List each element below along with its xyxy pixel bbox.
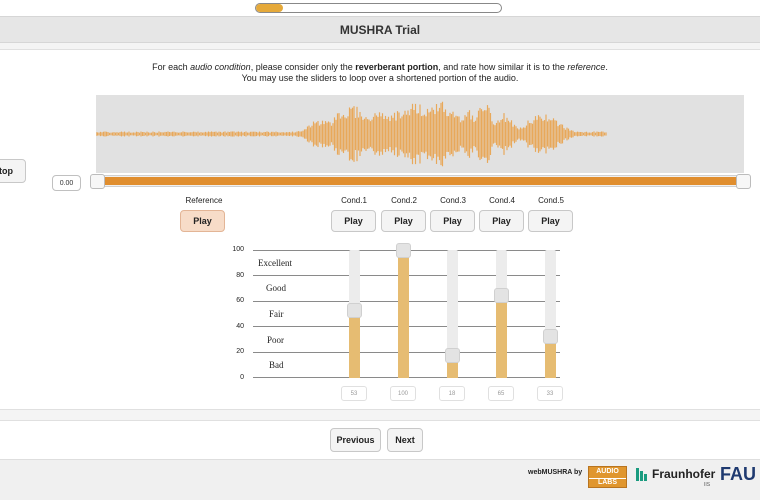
loop-start-input[interactable]: 0.00 (52, 175, 81, 191)
previous-button[interactable]: Previous (330, 428, 381, 452)
reference-play-button[interactable]: Play (180, 210, 225, 232)
instr-text: , please consider only the (250, 62, 356, 72)
reference-label: Reference (185, 196, 223, 205)
audiolabs-logo-text: AUDIO (596, 468, 619, 475)
cond5-play-button[interactable]: Play (528, 210, 573, 232)
condition-label: Cond.3 (440, 196, 466, 205)
instructions-line-1: For each audio condition, please conside… (0, 62, 760, 72)
quality-label: Poor (267, 335, 285, 345)
fraunhofer-logo-icon (636, 468, 647, 481)
cond4-rating-fill (496, 294, 507, 378)
iis-text: IIS (704, 482, 711, 488)
cond5-value: 33 (537, 386, 563, 401)
waveform (96, 101, 607, 167)
stop-button[interactable]: top (0, 159, 26, 183)
scale-tick-label: 40 (236, 323, 244, 330)
cond3-rating-handle[interactable] (445, 347, 460, 363)
cond1-play-button[interactable]: Play (331, 210, 376, 232)
instr-bold: reverberant portion (355, 62, 439, 72)
loop-start-handle[interactable] (90, 174, 105, 189)
scale-tick-label: 60 (236, 297, 244, 304)
bottom-divider (0, 409, 760, 421)
page-title: MUSHRA Trial (0, 16, 760, 43)
scale-tick-label: 100 (232, 246, 244, 253)
progress-fill (256, 4, 283, 12)
cond4-value: 65 (488, 386, 514, 401)
loop-end-handle[interactable] (736, 174, 751, 189)
cond1-value: 53 (341, 386, 367, 401)
cond3-play-button[interactable]: Play (430, 210, 475, 232)
quality-label: Bad (269, 360, 284, 370)
quality-label: Fair (269, 309, 284, 319)
condition-label: Cond.1 (341, 196, 367, 205)
progress-bar (255, 3, 502, 13)
cond3-value: 18 (439, 386, 465, 401)
condition-label: Cond.4 (489, 196, 515, 205)
cond2-value: 100 (390, 386, 416, 401)
fraunhofer-text: Fraunhofer (652, 467, 716, 481)
scale-tick-label: 0 (240, 374, 244, 381)
instr-text: , and rate how similar it is to the (438, 62, 568, 72)
waveform-lines (96, 101, 607, 167)
audiolabs-logo-text: LABS (589, 478, 626, 486)
loop-range-fill (104, 177, 737, 185)
next-button[interactable]: Next (387, 428, 423, 452)
condition-label: Cond.2 (391, 196, 417, 205)
instr-italic: reference (567, 62, 606, 72)
cond2-play-button[interactable]: Play (381, 210, 426, 232)
instr-text: For each (152, 62, 191, 72)
fau-logo-text: FAU (720, 464, 756, 484)
cond4-play-button[interactable]: Play (479, 210, 524, 232)
cond2-rating-fill (398, 250, 409, 378)
quality-label: Good (266, 283, 286, 293)
quality-label: Excellent (258, 258, 292, 268)
instr-text: . (605, 62, 608, 72)
scale-tick-label: 80 (236, 272, 244, 279)
cond2-rating-handle[interactable] (396, 243, 411, 258)
cond5-rating-handle[interactable] (543, 328, 558, 344)
cond1-rating-fill (349, 310, 360, 378)
scale-tick-label: 20 (236, 348, 244, 355)
footer-brand-text: webMUSHRA by (528, 469, 583, 476)
cond4-rating-handle[interactable] (494, 287, 509, 303)
audiolabs-logo: AUDIO LABS (588, 466, 627, 488)
instructions-line-2: You may use the sliders to loop over a s… (241, 73, 519, 83)
cond1-rating-handle[interactable] (347, 303, 362, 319)
header-divider (0, 43, 760, 50)
condition-label: Cond.5 (538, 196, 564, 205)
instr-italic: audio condition (190, 62, 251, 72)
